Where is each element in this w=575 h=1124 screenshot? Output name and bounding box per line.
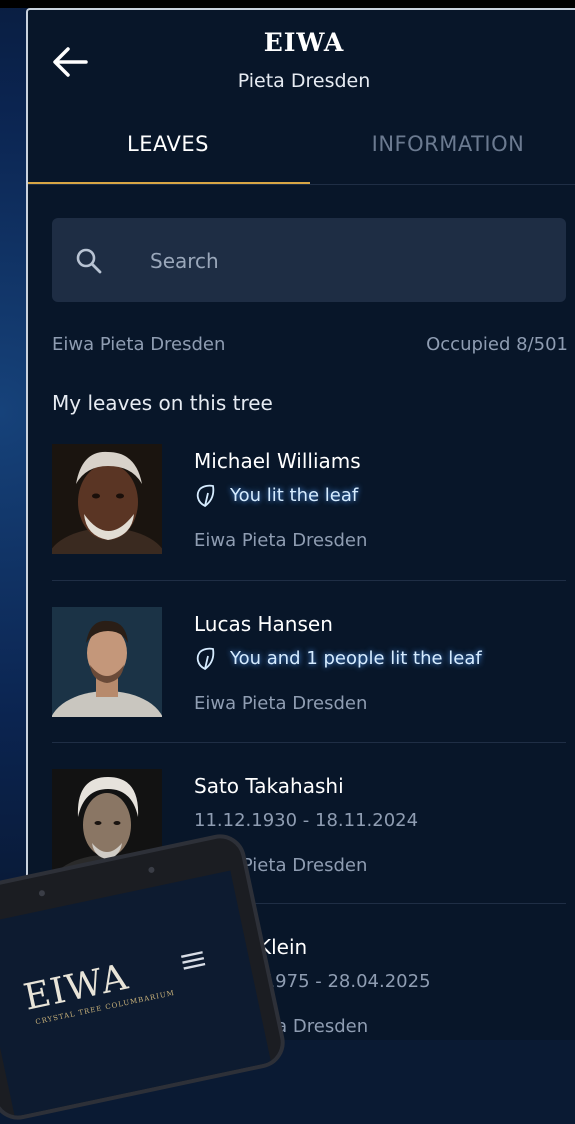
list-divider [52, 580, 566, 581]
list-divider [52, 742, 566, 743]
leaf-icon [196, 647, 215, 671]
leaf-name: Lucas Hansen [194, 612, 333, 636]
app-subtitle: Pieta Dresden [237, 70, 371, 92]
leaf-dates: .1975 - 28.04.2025 [258, 971, 431, 992]
leaf-item-lucas-hansen[interactable]: Lucas Hansen You and 1 people lit the le… [52, 607, 566, 769]
search-icon [76, 248, 102, 274]
section-title: My leaves on this tree [52, 391, 273, 415]
tab-divider [28, 184, 575, 185]
search-box[interactable] [52, 218, 566, 302]
leaf-icon [196, 484, 215, 508]
tree-name: Eiwa Pieta Dresden [52, 334, 226, 355]
leaf-location: Eiwa Pieta Dresden [194, 693, 368, 714]
overlay-device: EIWA CRYSTAL TREE COLUMBARIUM [0, 829, 290, 1124]
app-title: EIWA [263, 28, 345, 57]
sensor-dot [147, 866, 156, 874]
avatar [52, 444, 162, 554]
camera-dot [38, 889, 46, 897]
leaf-location: Eiwa Pieta Dresden [194, 530, 368, 551]
leaf-item-michael-williams[interactable]: Michael Williams You lit the leaf Eiwa P… [52, 444, 566, 606]
overlay-device-screen: EIWA CRYSTAL TREE COLUMBARIUM [0, 870, 272, 1121]
search-input[interactable] [148, 242, 552, 280]
leaf-dates: 11.12.1930 - 18.11.2024 [194, 810, 419, 831]
occupancy-count: Occupied 8/501 [426, 334, 568, 355]
tab-leaves[interactable]: LEAVES [28, 132, 308, 178]
avatar [52, 607, 162, 717]
hamburger-menu-icon [180, 951, 206, 970]
leaf-status: You and 1 people lit the leaf [230, 648, 482, 669]
leaf-name: Sato Takahashi [194, 774, 344, 798]
app-header: EIWA Pieta Dresden [28, 10, 575, 100]
leaf-status: You lit the leaf [230, 485, 359, 506]
leaf-name: Michael Williams [194, 449, 361, 473]
tab-information[interactable]: INFORMATION [308, 132, 575, 178]
top-strip [0, 0, 575, 8]
tab-bar: LEAVES INFORMATION [28, 122, 575, 188]
